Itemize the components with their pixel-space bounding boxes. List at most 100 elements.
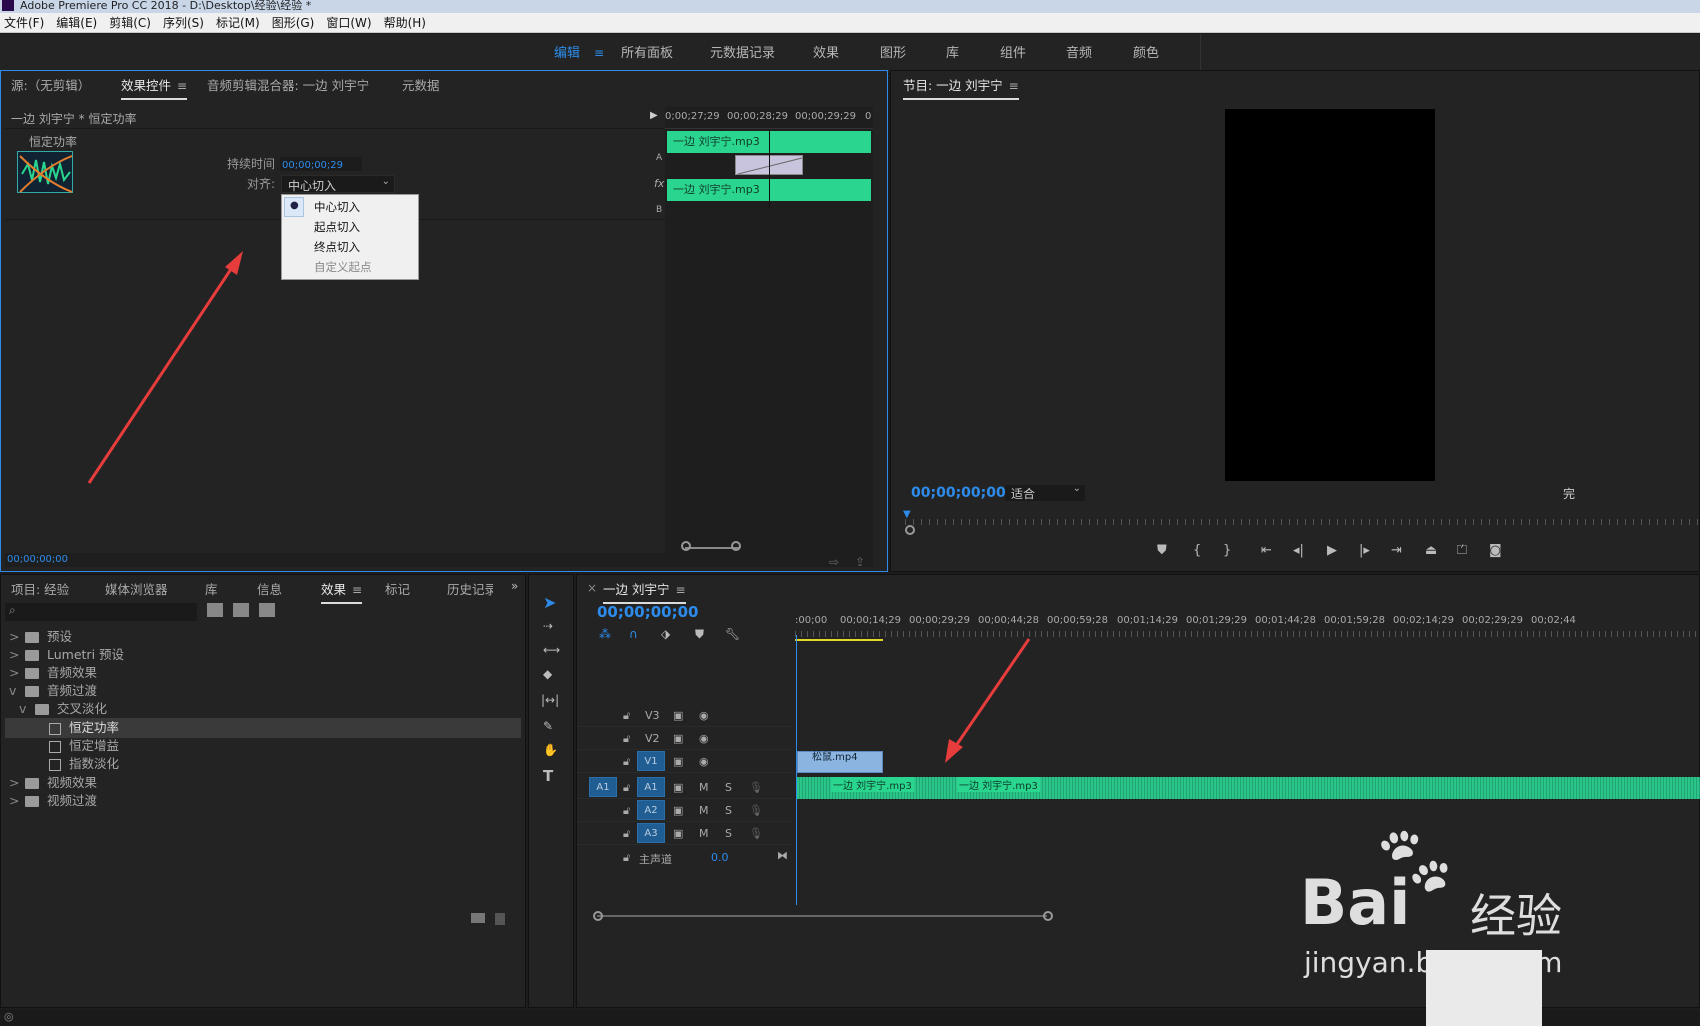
fit-select[interactable]: 适合 ⌄ <box>1005 483 1085 501</box>
scroll-handle-right[interactable] <box>1043 911 1053 921</box>
tab-history[interactable]: 历史记录 <box>447 579 493 598</box>
trash-icon[interactable] <box>495 913 505 925</box>
menu-help[interactable]: 帮助(H) <box>384 14 426 31</box>
play-arrow-icon[interactable]: ▶ <box>650 110 658 121</box>
solo-button[interactable]: S <box>725 827 732 840</box>
lock-icon[interactable]: 🔓︎ <box>623 827 630 841</box>
dropdown-option-start[interactable]: 起点切入 <box>314 219 360 235</box>
tree-item-lumetri[interactable]: > Lumetri 预设 <box>9 645 124 665</box>
tab-libraries[interactable]: 库 <box>205 579 218 598</box>
video-clip[interactable]: 松鼠.mp4 <box>797 751 883 773</box>
workspace-effects[interactable]: 效果 <box>813 42 839 61</box>
ripple-edit-icon[interactable]: ⟷ <box>543 643 560 657</box>
workspace-graphics[interactable]: 图形 <box>880 42 906 61</box>
tab-info[interactable]: 信息 <box>257 579 282 598</box>
track-label[interactable]: V3 <box>645 709 660 722</box>
camera-icon[interactable]: ◙ <box>1489 543 1502 558</box>
audio-clip-1[interactable]: 一边 刘宇宁.mp3 <box>831 777 914 792</box>
source-patch-a1[interactable]: A1 <box>589 777 617 797</box>
lock-icon[interactable]: 🔓︎ <box>623 851 630 865</box>
timeline-scrollbar[interactable] <box>593 911 1053 921</box>
tree-item-exponential-fade[interactable]: 指数淡化 <box>47 754 119 774</box>
snap-icon[interactable]: ⁂ <box>599 627 611 641</box>
linked-selection-icon[interactable]: ∩ <box>629 627 638 641</box>
go-to-in-icon[interactable]: ⇤ <box>1261 543 1272 558</box>
go-to-out-icon[interactable]: ⇥ <box>1391 543 1402 558</box>
tab-markers[interactable]: 标记 <box>385 579 410 598</box>
menu-sequence[interactable]: 序列(S) <box>163 14 204 31</box>
lock-icon[interactable]: 🔓︎ <box>623 804 630 818</box>
export-frame-icon[interactable]: ⇪ <box>855 555 865 569</box>
menu-graphics[interactable]: 图形(G) <box>272 14 315 31</box>
tab-project[interactable]: 项目: 经验 <box>11 579 69 598</box>
track-target-a1[interactable]: A1 <box>637 777 665 797</box>
sync-lock-icon[interactable]: ▣ <box>673 804 683 817</box>
workspace-libraries[interactable]: 库 <box>946 42 959 61</box>
eye-icon[interactable]: ◉ <box>699 755 709 768</box>
mic-icon[interactable]: 🎙︎ <box>749 804 763 817</box>
solo-button[interactable]: S <box>725 781 732 794</box>
pen-icon[interactable]: ✎ <box>543 719 553 733</box>
go-to-end-icon[interactable]: ⧓ <box>777 849 788 862</box>
mini-scrollbar[interactable] <box>665 541 873 553</box>
sync-lock-icon[interactable]: ▣ <box>673 781 683 794</box>
track-target-v1[interactable]: V1 <box>637 751 665 771</box>
duration-field[interactable]: 00;00;00;29 <box>280 157 362 171</box>
tree-item-constant-gain[interactable]: 恒定增益 <box>47 736 119 756</box>
zoom-handle[interactable] <box>905 525 915 535</box>
dropdown-option-custom[interactable]: 自定义起点 <box>314 259 372 275</box>
32bit-effects-icon[interactable] <box>233 603 249 617</box>
workspace-assembly[interactable]: 组件 <box>1000 42 1026 61</box>
sync-lock-icon[interactable]: ▣ <box>673 755 683 768</box>
yuv-effects-icon[interactable] <box>259 603 275 617</box>
marker-icon[interactable]: ⛊ <box>695 627 704 642</box>
tab-sequence[interactable]: 一边 刘宇宁 ≡ <box>603 579 686 604</box>
scroll-handle-left[interactable] <box>681 541 691 551</box>
tree-item-crossfade[interactable]: v 交叉淡化 <box>19 699 107 719</box>
hand-icon[interactable]: ✋ <box>543 743 558 757</box>
eye-icon[interactable]: ◉ <box>699 732 709 745</box>
export-icon[interactable]: ⇨ <box>829 555 839 569</box>
slip-tool-icon[interactable]: |↔| <box>541 693 559 707</box>
effect-timecode[interactable]: 00;00;00;00 <box>7 554 68 565</box>
type-tool-icon[interactable]: T <box>543 767 553 785</box>
tab-effects[interactable]: 效果 ≡ <box>321 579 363 604</box>
program-ruler[interactable] <box>905 519 1700 525</box>
mic-icon[interactable]: 🎙︎ <box>749 827 763 840</box>
add-marker-icon[interactable]: ⛊ <box>1157 543 1167 558</box>
master-value[interactable]: 0.0 <box>711 851 729 864</box>
sync-lock-icon[interactable]: ▣ <box>673 709 683 722</box>
mic-icon[interactable]: 🎙︎ <box>749 781 763 794</box>
program-timecode[interactable]: 00;00;00;00 <box>911 485 1006 501</box>
workspace-color[interactable]: 颜色 <box>1133 42 1159 61</box>
razor-icon[interactable]: ◆ <box>543 667 552 681</box>
sync-lock-icon[interactable]: ▣ <box>673 732 683 745</box>
menu-marker[interactable]: 标记(M) <box>216 14 260 31</box>
track-target-a3[interactable]: A3 <box>637 823 665 843</box>
accelerated-effects-icon[interactable] <box>207 603 223 617</box>
tab-effect-controls[interactable]: 效果控件 ≡ <box>121 75 188 100</box>
tab-audio-clip-mixer[interactable]: 音频剪辑混合器: 一边 刘宇宁 <box>207 75 369 94</box>
play-icon[interactable]: ▶ <box>1327 543 1337 558</box>
lock-icon[interactable]: 🔓︎ <box>623 732 630 746</box>
selection-tool-icon[interactable]: ➤ <box>543 593 556 612</box>
sync-lock-icon[interactable]: ▣ <box>673 827 683 840</box>
dropdown-option-end[interactable]: 终点切入 <box>314 239 360 255</box>
workspace-edit[interactable]: 编辑 ≡ <box>554 42 604 61</box>
work-area-bar[interactable] <box>795 639 883 641</box>
mute-button[interactable]: M <box>699 827 709 840</box>
track-target-a2[interactable]: A2 <box>637 800 665 820</box>
workspace-all-panels[interactable]: 所有面板 <box>621 42 673 61</box>
timeline-ruler[interactable]: :00;00 00;00;14;29 00;00;29;29 00;00;44;… <box>795 613 1700 643</box>
tab-program[interactable]: 节目: 一边 刘宇宁 ≡ <box>903 75 1019 100</box>
tab-metadata[interactable]: 元数据 <box>402 75 440 94</box>
track-select-icon[interactable]: ⇢ <box>543 619 553 633</box>
workspace-audio[interactable]: 音频 <box>1066 42 1092 61</box>
wrench-icon[interactable]: 🔧︎ <box>725 627 740 641</box>
playhead-marker[interactable]: ▼ <box>903 509 911 520</box>
mark-out-icon[interactable]: } <box>1223 543 1231 558</box>
lock-icon[interactable]: 🔓︎ <box>623 781 630 795</box>
lock-icon[interactable]: 🔓︎ <box>623 709 630 723</box>
more-tabs-icon[interactable]: » <box>511 579 518 593</box>
mark-in-icon[interactable]: { <box>1193 543 1201 558</box>
